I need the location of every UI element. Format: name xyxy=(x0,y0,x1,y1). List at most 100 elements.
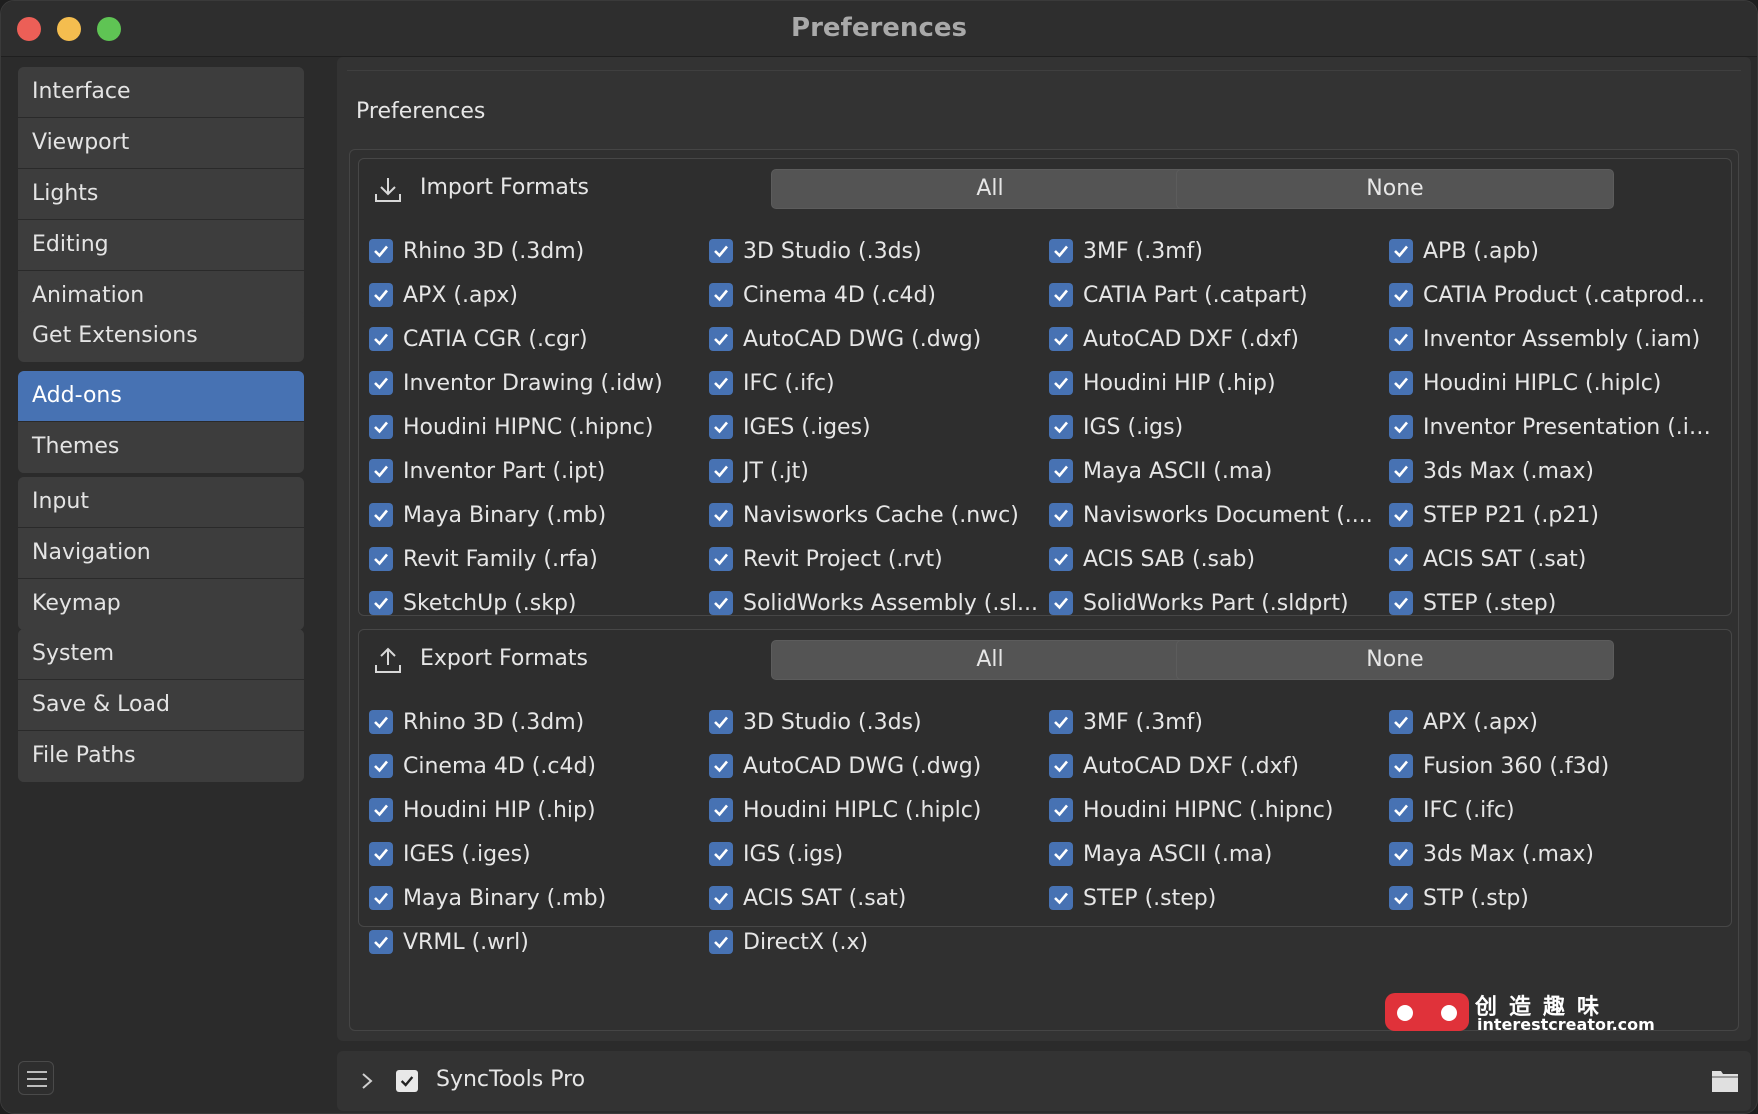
checkbox-checked[interactable] xyxy=(1389,503,1413,527)
hamburger-menu-icon[interactable] xyxy=(18,1061,54,1095)
addon-enable-checkbox[interactable] xyxy=(396,1070,418,1092)
checkbox-checked[interactable] xyxy=(1389,547,1413,571)
sidebar-item-system[interactable]: System xyxy=(18,629,304,680)
import-format-checkbox-catia-cgr-cgr[interactable]: CATIA CGR (.cgr) xyxy=(367,317,707,361)
checkbox-checked[interactable] xyxy=(1049,754,1073,778)
checkbox-checked[interactable] xyxy=(709,754,733,778)
checkbox-checked[interactable] xyxy=(369,415,393,439)
checkbox-checked[interactable] xyxy=(1389,415,1413,439)
import-format-checkbox-step-p21-p21[interactable]: STEP P21 (.p21) xyxy=(1387,493,1727,537)
import-format-checkbox-ifc-ifc[interactable]: IFC (.ifc) xyxy=(707,361,1047,405)
import-format-checkbox-autocad-dwg-dwg[interactable]: AutoCAD DWG (.dwg) xyxy=(707,317,1047,361)
checkbox-checked[interactable] xyxy=(369,754,393,778)
checkbox-checked[interactable] xyxy=(1049,327,1073,351)
checkbox-checked[interactable] xyxy=(1389,754,1413,778)
checkbox-checked[interactable] xyxy=(1049,415,1073,439)
export-format-checkbox-maya-ascii-ma[interactable]: Maya ASCII (.ma) xyxy=(1047,832,1387,876)
import-format-checkbox-navisworks-cache-nwc[interactable]: Navisworks Cache (.nwc) xyxy=(707,493,1047,537)
checkbox-checked[interactable] xyxy=(1389,327,1413,351)
sidebar-item-add-ons[interactable]: Add-ons xyxy=(18,371,304,422)
sidebar-item-get-extensions[interactable]: Get Extensions xyxy=(18,311,304,362)
import-format-checkbox-houdini-hip-hip[interactable]: Houdini HIP (.hip) xyxy=(1047,361,1387,405)
import-format-checkbox-step-step[interactable]: STEP (.step) xyxy=(1387,581,1727,625)
import-format-checkbox-sketchup-skp[interactable]: SketchUp (.skp) xyxy=(367,581,707,625)
checkbox-checked[interactable] xyxy=(369,239,393,263)
export-format-checkbox-3mf-3mf[interactable]: 3MF (.3mf) xyxy=(1047,700,1387,744)
checkbox-checked[interactable] xyxy=(709,239,733,263)
checkbox-checked[interactable] xyxy=(369,710,393,734)
sidebar-item-interface[interactable]: Interface xyxy=(18,67,304,118)
checkbox-checked[interactable] xyxy=(369,283,393,307)
checkbox-checked[interactable] xyxy=(709,710,733,734)
import-format-checkbox-inventor-assembly-iam[interactable]: Inventor Assembly (.iam) xyxy=(1387,317,1727,361)
checkbox-checked[interactable] xyxy=(1049,591,1073,615)
export-format-checkbox-3ds-max-max[interactable]: 3ds Max (.max) xyxy=(1387,832,1727,876)
import-format-checkbox-inventor-presentation-ip[interactable]: Inventor Presentation (.ip... xyxy=(1387,405,1727,449)
export-format-checkbox-directx-x[interactable]: DirectX (.x) xyxy=(707,920,1047,964)
checkbox-checked[interactable] xyxy=(1049,842,1073,866)
import-format-checkbox-3d-studio-3ds[interactable]: 3D Studio (.3ds) xyxy=(707,229,1047,273)
sidebar-item-save-load[interactable]: Save & Load xyxy=(18,680,304,731)
export-format-checkbox-ifc-ifc[interactable]: IFC (.ifc) xyxy=(1387,788,1727,832)
sidebar-item-input[interactable]: Input xyxy=(18,477,304,528)
checkbox-checked[interactable] xyxy=(709,503,733,527)
checkbox-checked[interactable] xyxy=(369,503,393,527)
checkbox-checked[interactable] xyxy=(1389,842,1413,866)
import-format-checkbox-rhino-3d-3dm[interactable]: Rhino 3D (.3dm) xyxy=(367,229,707,273)
checkbox-checked[interactable] xyxy=(1049,547,1073,571)
checkbox-checked[interactable] xyxy=(1389,798,1413,822)
checkbox-checked[interactable] xyxy=(709,842,733,866)
import-format-checkbox-inventor-part-ipt[interactable]: Inventor Part (.ipt) xyxy=(367,449,707,493)
checkbox-checked[interactable] xyxy=(709,886,733,910)
checkbox-checked[interactable] xyxy=(709,327,733,351)
import-format-checkbox-solidworks-assembly-sl[interactable]: SolidWorks Assembly (.sl... xyxy=(707,581,1047,625)
export-format-checkbox-apx-apx[interactable]: APX (.apx) xyxy=(1387,700,1727,744)
export-format-checkbox-houdini-hipnc-hipnc[interactable]: Houdini HIPNC (.hipnc) xyxy=(1047,788,1387,832)
import-format-checkbox-revit-project-rvt[interactable]: Revit Project (.rvt) xyxy=(707,537,1047,581)
export-format-checkbox-acis-sat-sat[interactable]: ACIS SAT (.sat) xyxy=(707,876,1047,920)
checkbox-checked[interactable] xyxy=(369,459,393,483)
checkbox-checked[interactable] xyxy=(709,798,733,822)
import-format-checkbox-inventor-drawing-idw[interactable]: Inventor Drawing (.idw) xyxy=(367,361,707,405)
import-none-button[interactable]: None xyxy=(1176,169,1614,209)
import-format-checkbox-apx-apx[interactable]: APX (.apx) xyxy=(367,273,707,317)
import-format-checkbox-houdini-hiplc-hiplc[interactable]: Houdini HIPLC (.hiplc) xyxy=(1387,361,1727,405)
checkbox-checked[interactable] xyxy=(369,798,393,822)
sidebar-item-file-paths[interactable]: File Paths xyxy=(18,731,304,782)
checkbox-checked[interactable] xyxy=(369,842,393,866)
sidebar-item-viewport[interactable]: Viewport xyxy=(18,118,304,169)
export-format-checkbox-3d-studio-3ds[interactable]: 3D Studio (.3ds) xyxy=(707,700,1047,744)
checkbox-checked[interactable] xyxy=(1049,710,1073,734)
export-none-button[interactable]: None xyxy=(1176,640,1614,680)
sidebar-item-navigation[interactable]: Navigation xyxy=(18,528,304,579)
checkbox-checked[interactable] xyxy=(1389,710,1413,734)
checkbox-checked[interactable] xyxy=(1049,283,1073,307)
export-format-checkbox-cinema-4d-c4d[interactable]: Cinema 4D (.c4d) xyxy=(367,744,707,788)
import-format-checkbox-revit-family-rfa[interactable]: Revit Family (.rfa) xyxy=(367,537,707,581)
export-format-checkbox-houdini-hip-hip[interactable]: Houdini HIP (.hip) xyxy=(367,788,707,832)
sidebar-item-lights[interactable]: Lights xyxy=(18,169,304,220)
sidebar-item-keymap[interactable]: Keymap xyxy=(18,579,304,630)
checkbox-checked[interactable] xyxy=(1389,591,1413,615)
import-all-button[interactable]: All xyxy=(771,169,1209,209)
import-format-checkbox-jt-jt[interactable]: JT (.jt) xyxy=(707,449,1047,493)
checkbox-checked[interactable] xyxy=(369,371,393,395)
import-format-checkbox-igs-igs[interactable]: IGS (.igs) xyxy=(1047,405,1387,449)
checkbox-checked[interactable] xyxy=(369,930,393,954)
checkbox-checked[interactable] xyxy=(709,371,733,395)
checkbox-checked[interactable] xyxy=(1049,459,1073,483)
export-format-checkbox-igs-igs[interactable]: IGS (.igs) xyxy=(707,832,1047,876)
import-format-checkbox-navisworks-document[interactable]: Navisworks Document (.... xyxy=(1047,493,1387,537)
checkbox-checked[interactable] xyxy=(709,547,733,571)
sidebar-item-editing[interactable]: Editing xyxy=(18,220,304,271)
export-format-checkbox-step-step[interactable]: STEP (.step) xyxy=(1047,876,1387,920)
import-format-checkbox-acis-sab-sab[interactable]: ACIS SAB (.sab) xyxy=(1047,537,1387,581)
import-format-checkbox-apb-apb[interactable]: APB (.apb) xyxy=(1387,229,1727,273)
export-format-checkbox-autocad-dxf-dxf[interactable]: AutoCAD DXF (.dxf) xyxy=(1047,744,1387,788)
checkbox-checked[interactable] xyxy=(1389,459,1413,483)
checkbox-checked[interactable] xyxy=(709,415,733,439)
import-format-checkbox-solidworks-part-sldprt[interactable]: SolidWorks Part (.sldprt) xyxy=(1047,581,1387,625)
checkbox-checked[interactable] xyxy=(1049,798,1073,822)
import-format-checkbox-3mf-3mf[interactable]: 3MF (.3mf) xyxy=(1047,229,1387,273)
checkbox-checked[interactable] xyxy=(369,591,393,615)
